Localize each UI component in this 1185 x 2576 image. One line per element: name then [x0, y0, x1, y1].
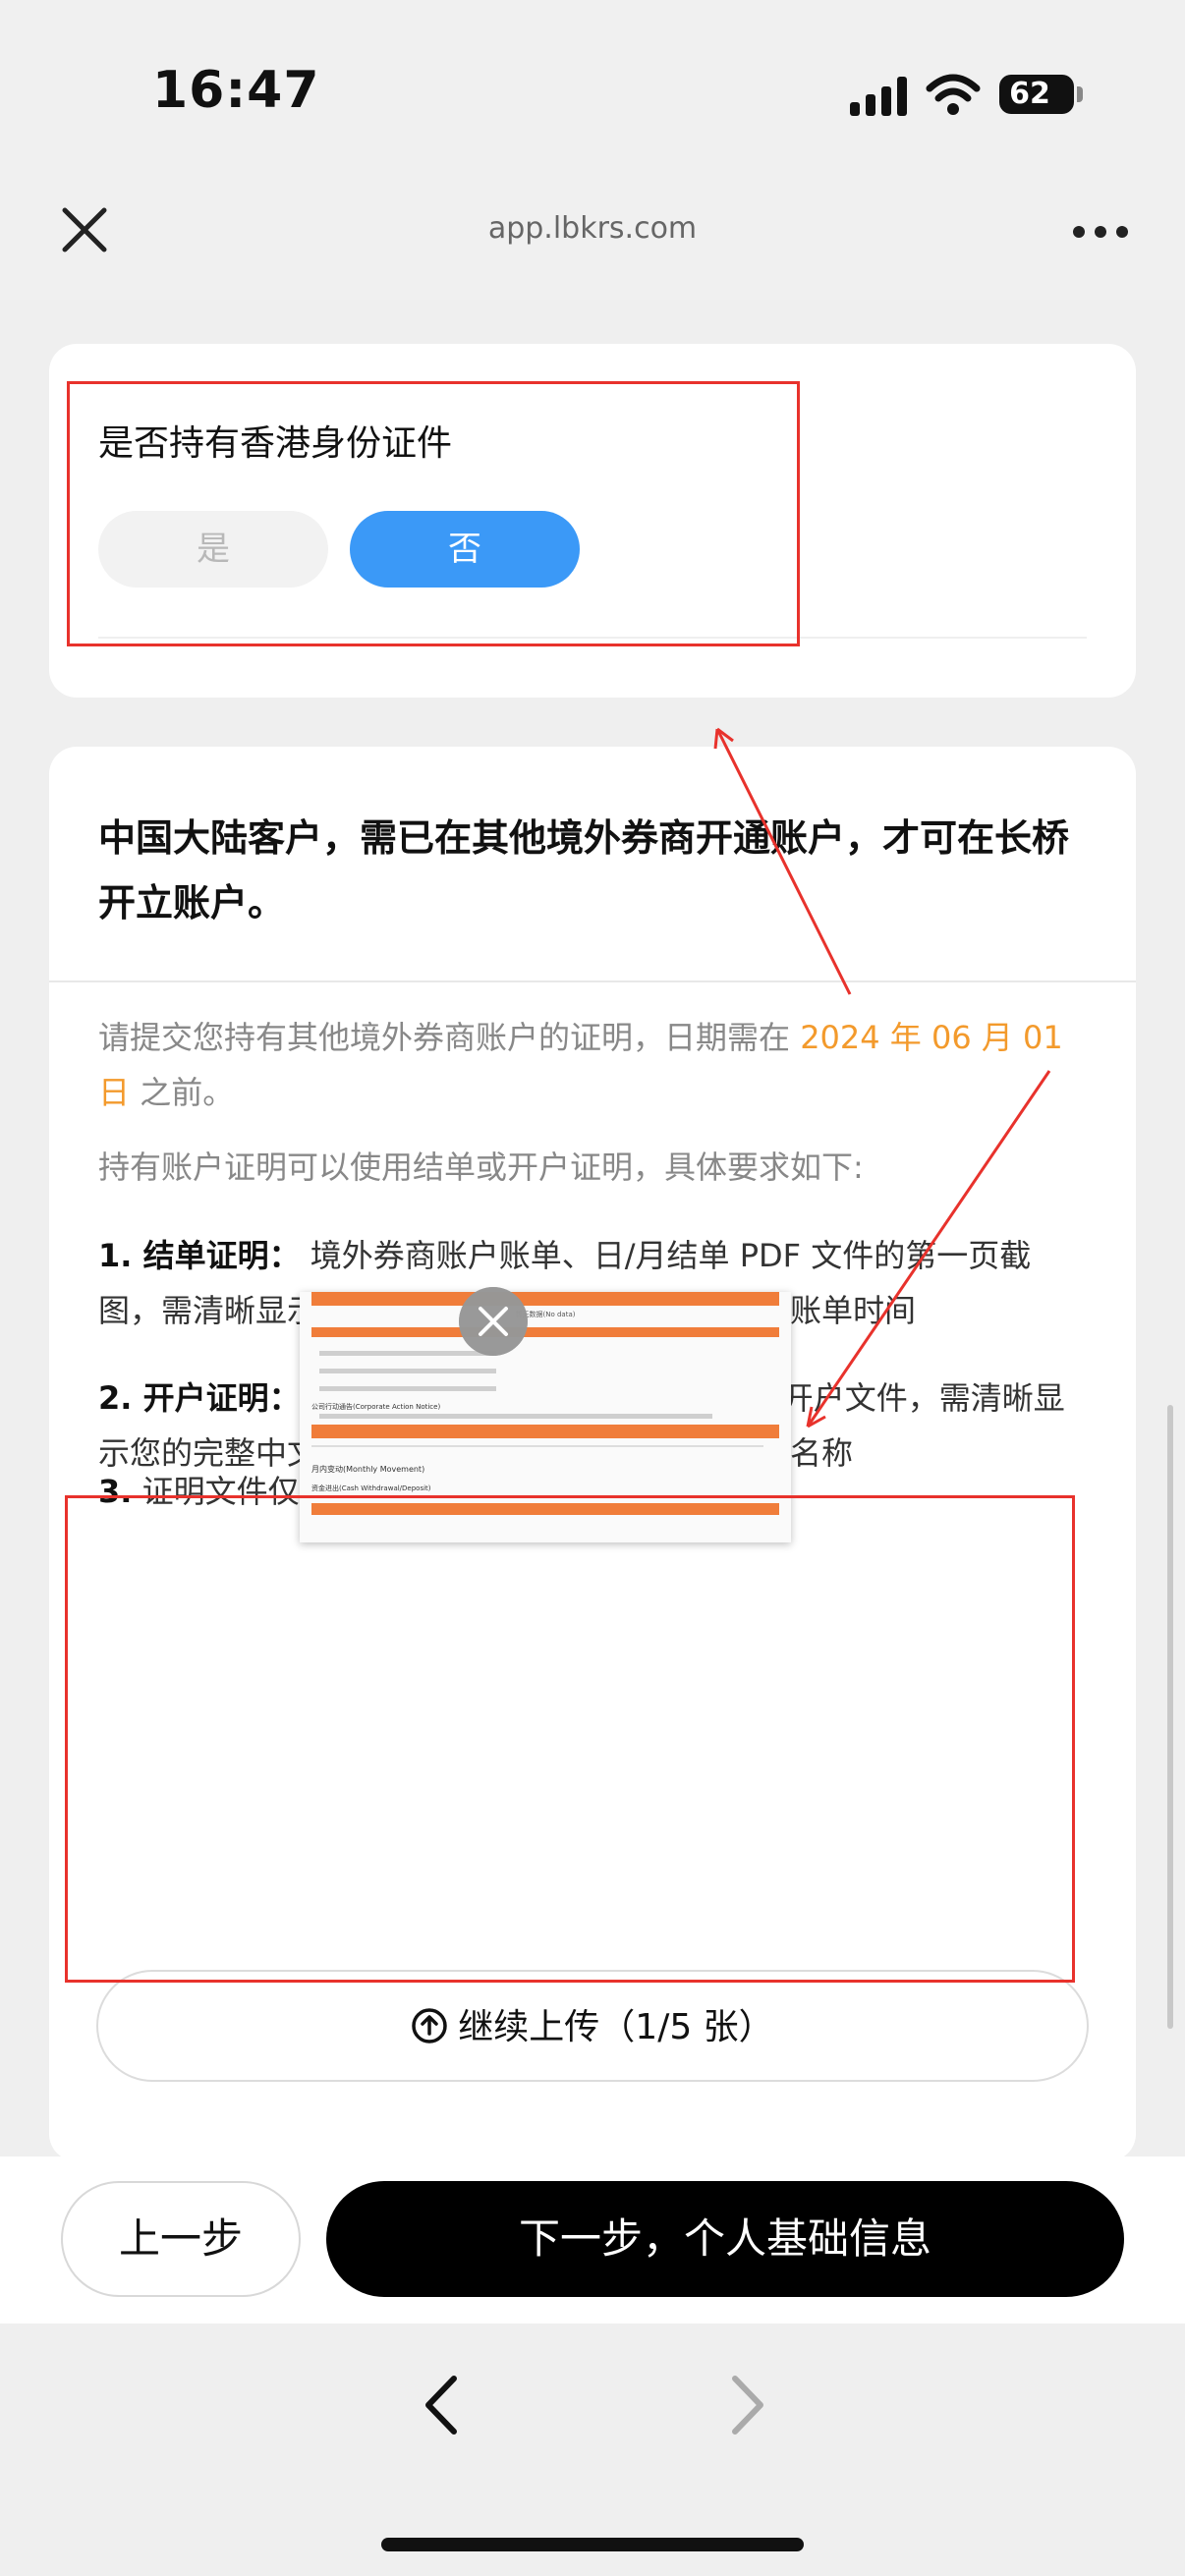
continue-upload-button[interactable]: 继续上传（1/5 张） — [96, 1970, 1089, 2082]
status-time: 16:47 — [152, 61, 320, 120]
home-indicator — [381, 2538, 804, 2551]
previous-step-button[interactable]: 上一步 — [61, 2181, 301, 2297]
scrollbar[interactable] — [1167, 1405, 1173, 2029]
status-bar: 16:47 62 — [0, 0, 1185, 167]
req2-title: 2. 开户证明： — [98, 1379, 301, 1417]
battery-level: 62 — [1009, 77, 1050, 111]
page-url: app.lbkrs.com — [487, 211, 698, 246]
cellular-signal-icon — [850, 77, 907, 116]
requirements-intro: 持有账户证明可以使用结单或开户证明，具体要求如下: — [98, 1148, 864, 1186]
intro-text: 请提交您持有其他境外券商账户的证明，日期需在 2024 年 06 月 01 日 … — [98, 1010, 1087, 1120]
req1-title: 1. 结单证明： — [98, 1237, 301, 1274]
next-step-button[interactable]: 下一步，个人基础信息 — [326, 2181, 1124, 2297]
intro-suffix: 之前。 — [140, 1074, 235, 1111]
annotation-box-hk-id — [67, 381, 800, 646]
browser-nav-bar: app.lbkrs.com — [0, 167, 1185, 300]
upload-label: 继续上传（1/5 张） — [458, 2007, 774, 2047]
divider — [49, 980, 1136, 982]
bottom-action-bar: 上一步 下一步，个人基础信息 — [0, 2156, 1185, 2324]
remove-image-icon[interactable] — [459, 1287, 528, 1356]
upload-icon — [412, 2008, 448, 2044]
battery-icon: 62 — [999, 75, 1074, 114]
back-arrow-icon[interactable] — [413, 2371, 472, 2439]
annotation-box-upload — [65, 1495, 1075, 1983]
more-options-icon[interactable] — [1073, 224, 1132, 240]
browser-toolbar — [0, 2324, 1185, 2576]
forward-arrow-icon[interactable] — [717, 2371, 776, 2439]
battery-cap — [1077, 86, 1083, 102]
notice-heading: 中国大陆客户，需已在其他境外券商开通账户，才可在长桥开立账户。 — [98, 816, 1070, 924]
intro-prefix: 请提交您持有其他境外券商账户的证明，日期需在 — [98, 1019, 791, 1056]
wifi-icon — [926, 74, 981, 115]
